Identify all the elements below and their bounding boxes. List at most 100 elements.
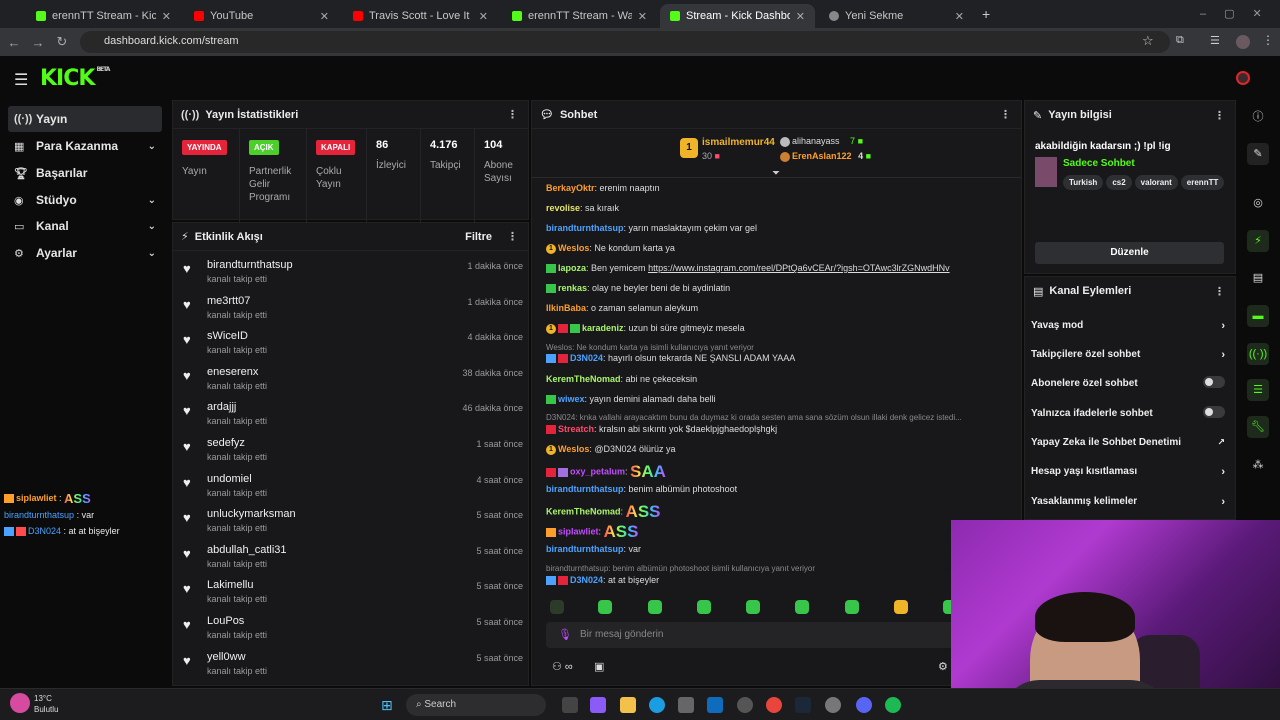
spotify-icon[interactable] — [885, 697, 901, 713]
activity-username[interactable]: unluckymarksman — [207, 508, 296, 520]
chat-input[interactable]: 🎙︎ Bir mesaj gönderin — [546, 622, 956, 648]
back-icon[interactable]: ← — [2, 35, 26, 50]
chat-username[interactable]: birandturnthatsup — [546, 544, 624, 554]
category-name[interactable]: Sadece Sohbet — [1063, 158, 1135, 169]
hamburger-menu-icon[interactable]: ☰ — [14, 70, 28, 90]
capture-icon[interactable]: ◎ — [1247, 192, 1269, 214]
extensions-icon[interactable]: ⧉ — [1176, 34, 1184, 47]
chat-icon[interactable]: ▬ — [1247, 305, 1269, 327]
chat-username[interactable]: KeremTheNomad — [546, 374, 621, 384]
chat-username[interactable]: KeremTheNomad — [546, 506, 621, 516]
emote-icon[interactable] — [550, 600, 564, 614]
toggle-switch[interactable] — [1203, 406, 1225, 418]
chat-username[interactable]: birandturnthatsup — [546, 223, 624, 233]
chat-username[interactable]: siplawliet — [558, 526, 599, 536]
tag[interactable]: cs2 — [1106, 175, 1132, 190]
emote-icon[interactable] — [598, 600, 612, 614]
browser-tab-3[interactable]: Travis Scott - Love It Mane - Yo✕ — [343, 4, 498, 28]
more-options-icon[interactable]: ⋮ — [507, 108, 518, 121]
toggle-switch[interactable] — [1203, 376, 1225, 388]
activity-username[interactable]: LouPos — [207, 615, 244, 627]
emote-icon[interactable] — [697, 600, 711, 614]
browser-tab-1[interactable]: erennTT Stream - Kick Dashboard✕ — [26, 4, 181, 28]
sidebar-item-kanal[interactable]: ▭ Kanal ⌄ — [8, 213, 162, 239]
file-explorer-icon[interactable] — [620, 697, 636, 713]
new-tab-icon[interactable]: + — [982, 6, 990, 22]
task-view-icon[interactable] — [562, 697, 578, 713]
message-link[interactable]: https://www.instagram.com/reel/DPtQa6vCE… — [648, 263, 950, 273]
chat-username[interactable]: Weslos — [558, 243, 589, 253]
taskbar-search[interactable]: ⌕ Search — [406, 694, 546, 716]
filter-button[interactable]: Filtre — [465, 231, 492, 243]
chat-username[interactable]: D3N024 — [570, 575, 603, 585]
activity-row[interactable]: ♥ LouPos kanalı takip etti 5 saat önce — [183, 613, 523, 649]
reload-icon[interactable]: ↻ — [50, 34, 74, 50]
channel-action-item[interactable]: Yasaklanmış kelimeler › — [1031, 496, 1225, 508]
activity-username[interactable]: birandturnthatsup — [207, 259, 293, 271]
profile-avatar[interactable] — [1236, 35, 1250, 49]
sidebar-item-studyo[interactable]: ◉ Stüdyo ⌄ — [8, 187, 162, 213]
more-options-icon[interactable]: ⋮ — [1214, 285, 1225, 298]
browser-tab-5[interactable]: Stream - Kick Dashboard✕ — [660, 4, 815, 28]
discord-icon[interactable] — [856, 697, 872, 713]
kick-logo[interactable]: KICK BETA — [40, 66, 110, 91]
channel-action-item[interactable]: Yalnızca ifadelerle sohbet — [1031, 406, 1225, 419]
channel-action-item[interactable]: Takipçilere özel sohbet › — [1031, 349, 1225, 361]
more-options-icon[interactable]: ⋮ — [1000, 108, 1011, 121]
emote-picker-icon[interactable]: ⚇ ∞ — [552, 660, 573, 673]
emote-icon[interactable] — [845, 600, 859, 614]
store-icon[interactable] — [678, 697, 694, 713]
emote-icon[interactable] — [746, 600, 760, 614]
channel-action-item[interactable]: Yavaş mod › — [1031, 320, 1225, 332]
browser-tab-2[interactable]: YouTube ✕ — [184, 4, 339, 28]
copilot-icon[interactable] — [590, 697, 606, 713]
activity-row[interactable]: ♥ yell0ww kanalı takip etti 5 saat önce — [183, 649, 523, 685]
chat-username[interactable]: renkas — [558, 283, 587, 293]
more-menu-icon[interactable]: ⋮ — [1262, 33, 1274, 47]
activity-row[interactable]: ♥ Lakimellu kanalı takip etti 5 saat önce — [183, 577, 523, 613]
chat-username[interactable]: lapoza — [558, 263, 586, 273]
forward-icon[interactable]: → — [26, 35, 50, 50]
wrench-icon[interactable]: 🔧︎ — [1247, 416, 1269, 438]
emote-icon[interactable] — [648, 600, 662, 614]
activity-row[interactable]: ♥ abdullah_catli31 kanalı takip etti 5 saat… — [183, 542, 523, 578]
tag[interactable]: Turkish — [1063, 175, 1104, 190]
document-icon[interactable]: ▤ — [1247, 267, 1269, 289]
chat-username[interactable]: oxy_petalum — [570, 466, 625, 476]
chat-username[interactable]: revolise — [546, 203, 580, 213]
channel-action-item[interactable]: Abonelere özel sohbet — [1031, 376, 1225, 389]
info-icon[interactable]: ⓘ — [1247, 106, 1269, 128]
sidebar-item-yayin[interactable]: ((·)) Yayın — [8, 106, 162, 132]
broadcast-icon[interactable]: ((·)) — [1247, 343, 1269, 365]
sidebar-item-ayarlar[interactable]: ⚙ Ayarlar ⌄ — [8, 240, 162, 266]
close-tab-icon[interactable]: ✕ — [638, 10, 647, 23]
activity-row[interactable]: ♥ eneserenx kanalı takip etti 38 dakika önc… — [183, 364, 523, 400]
sidebar-item-basarilar[interactable]: 🏆︎ Başarılar — [8, 160, 162, 186]
chat-settings-icon[interactable]: ⚙ — [938, 660, 948, 673]
activity-username[interactable]: sWiceID — [207, 330, 248, 342]
chat-username[interactable]: D3N024 — [570, 353, 603, 363]
chrome-icon[interactable] — [766, 697, 782, 713]
activity-row[interactable]: ♥ undomiel kanalı takip etti 4 saat önce — [183, 471, 523, 507]
activity-row[interactable]: ♥ me3rtt07 kanalı takip etti 1 dakika önce — [183, 293, 523, 329]
edge-icon[interactable] — [649, 697, 665, 713]
activity-username[interactable]: Lakimellu — [207, 579, 253, 591]
activity-row[interactable]: ♥ ardajjj kanalı takip etti 46 dakika önce — [183, 399, 523, 435]
settings-icon[interactable] — [825, 697, 841, 713]
url-field[interactable]: dashboard.kick.com/stream — [80, 31, 1170, 53]
tag[interactable]: erennTT — [1180, 175, 1225, 190]
close-tab-icon[interactable]: ✕ — [320, 10, 329, 23]
chat-username[interactable]: IlkinBaba — [546, 303, 586, 313]
weather-widget[interactable]: 13°C Bulutlu — [34, 693, 58, 715]
close-tab-icon[interactable]: ✕ — [796, 10, 805, 23]
bookmark-star-icon[interactable]: ☆ — [1142, 33, 1154, 49]
activity-username[interactable]: me3rtt07 — [207, 295, 250, 307]
close-tab-icon[interactable]: ✕ — [955, 10, 964, 23]
more-options-icon[interactable]: ⋮ — [507, 230, 518, 243]
chat-username[interactable]: wiwex — [558, 394, 585, 404]
leaderboard-second-user[interactable]: alihanayass 7 ■ — [780, 136, 863, 147]
activity-username[interactable]: yell0ww — [207, 651, 246, 663]
chat-username[interactable]: Streatch — [558, 424, 594, 434]
channel-action-item[interactable]: Hesap yaşı kısıtlaması › — [1031, 466, 1225, 478]
tag[interactable]: valorant — [1134, 175, 1178, 190]
